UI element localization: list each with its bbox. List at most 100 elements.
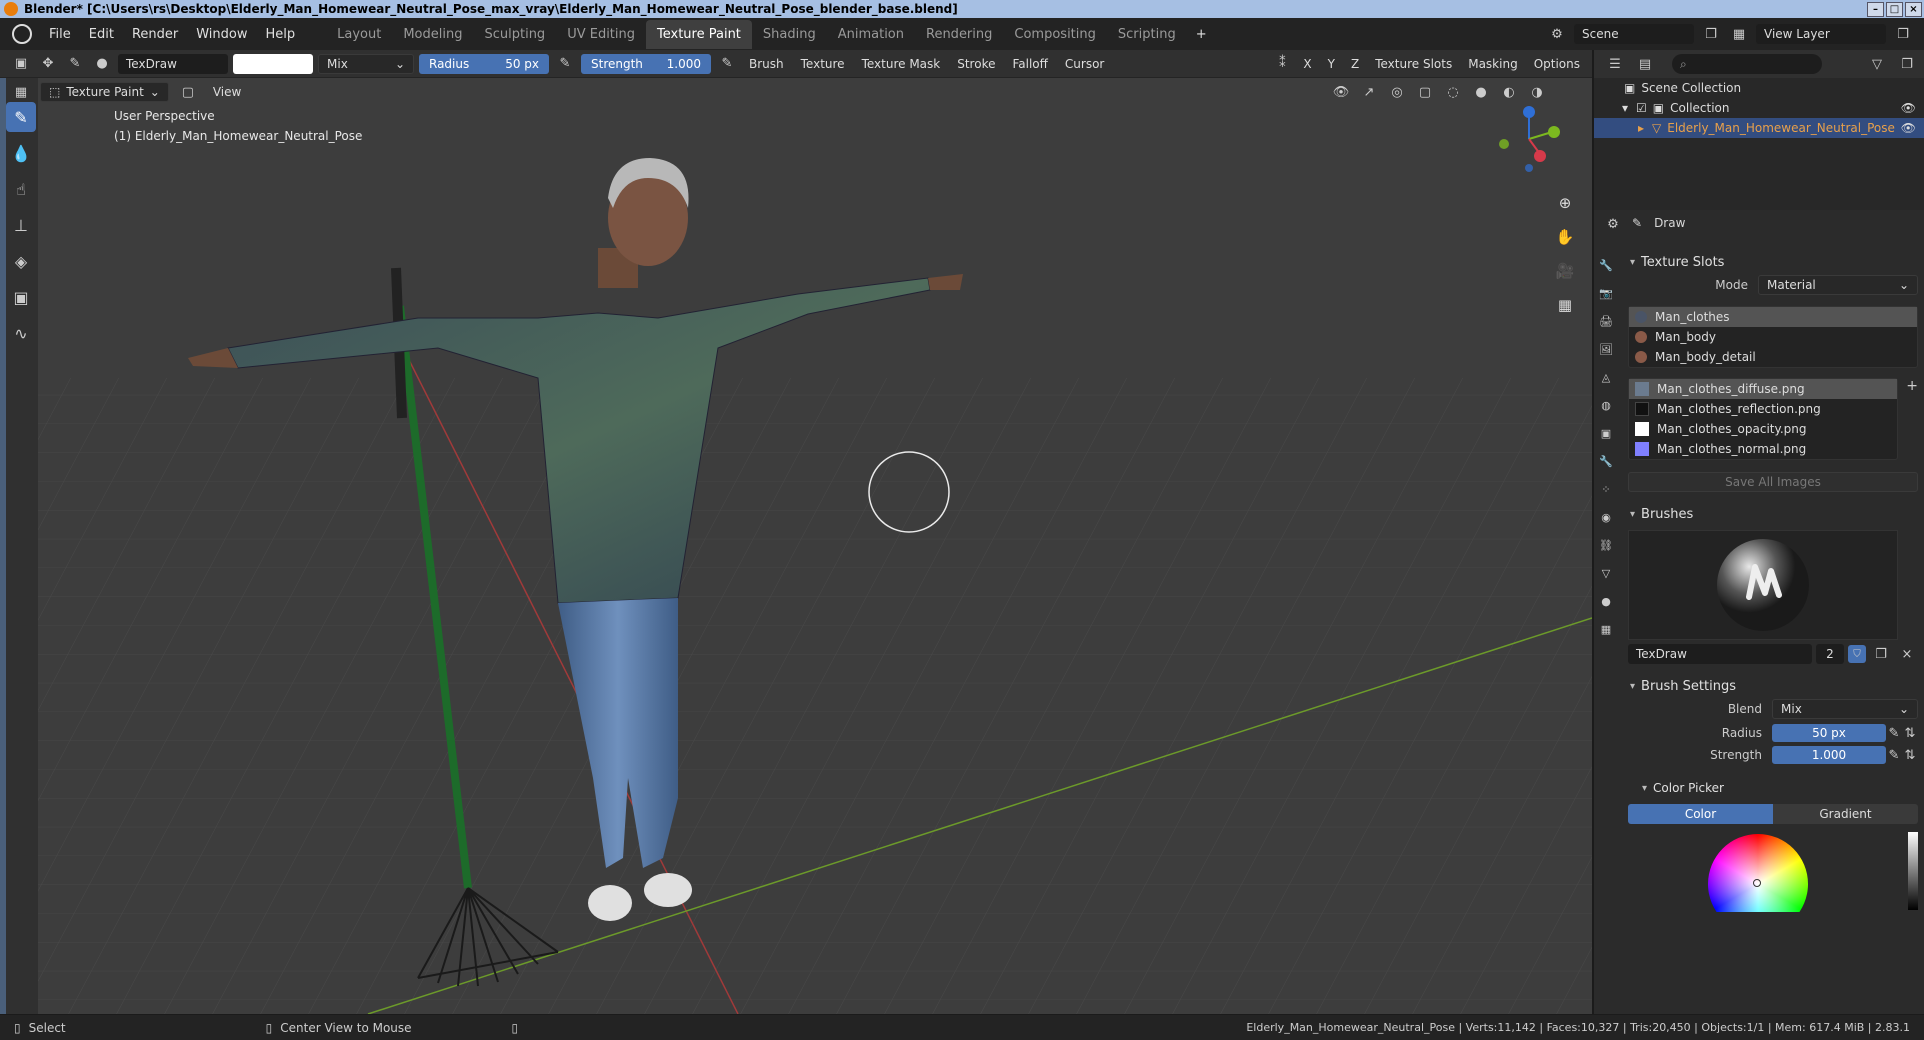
soften-tool-icon[interactable]: 💧 bbox=[6, 138, 36, 168]
mirror-x-toggle[interactable]: X bbox=[1297, 54, 1317, 74]
texture-slots-section[interactable]: Texture Slots bbox=[1622, 250, 1924, 274]
tab-layout[interactable]: Layout bbox=[326, 20, 392, 49]
outliner-search-input[interactable]: ⌕ bbox=[1672, 54, 1822, 74]
close-icon[interactable]: × bbox=[1905, 1, 1922, 17]
overlay-icon[interactable]: ◎ bbox=[1386, 81, 1408, 103]
tool-tab-icon[interactable]: 🔧 bbox=[1596, 254, 1616, 276]
tab-gradient[interactable]: Gradient bbox=[1773, 804, 1918, 824]
blend-dropdown[interactable]: Mix ⌄ bbox=[1772, 699, 1918, 719]
mode-select-icon[interactable]: ✥ bbox=[37, 53, 59, 75]
material-shading-icon[interactable]: ◐ bbox=[1498, 81, 1520, 103]
tab-shading[interactable]: Shading bbox=[752, 20, 827, 49]
brush-preview[interactable] bbox=[1628, 530, 1898, 640]
3d-viewport[interactable] bbox=[38, 78, 1592, 1014]
pressure-icon[interactable]: ✎ bbox=[1886, 722, 1902, 744]
view-menu[interactable]: View bbox=[207, 82, 247, 102]
blend-mode-dropdown[interactable]: Mix ⌄ bbox=[318, 53, 414, 74]
texture-mask-menu[interactable]: Texture Mask bbox=[856, 54, 947, 74]
render-tab-icon[interactable]: 📷 bbox=[1596, 282, 1616, 304]
color-wheel-cursor[interactable] bbox=[1753, 879, 1761, 887]
annotate-tool-icon[interactable]: ∿ bbox=[6, 318, 36, 348]
new-scene-icon[interactable]: ❐ bbox=[1700, 23, 1722, 45]
mode-dropdown[interactable]: ⬚ Texture Paint ⌄ bbox=[40, 82, 169, 102]
minimize-icon[interactable]: – bbox=[1867, 1, 1884, 17]
scene-icon[interactable]: ⚙ bbox=[1546, 23, 1568, 45]
visibility-icon[interactable]: 👁 bbox=[1330, 81, 1352, 103]
modifier-tab-icon[interactable]: 🔧 bbox=[1596, 450, 1616, 472]
gizmo-icon[interactable]: ↗ bbox=[1358, 81, 1380, 103]
xray-icon[interactable]: ▢ bbox=[1414, 81, 1436, 103]
navigation-gizmo[interactable] bbox=[1494, 104, 1564, 177]
blender-menu-icon[interactable] bbox=[12, 24, 32, 44]
chevron-right-icon[interactable]: ▸ bbox=[1638, 121, 1644, 135]
display-mode-icon[interactable]: ▤ bbox=[1634, 53, 1656, 75]
texture-tab-icon[interactable]: ▦ bbox=[1596, 618, 1616, 640]
material-tab-icon[interactable]: ● bbox=[1596, 590, 1616, 612]
tab-modeling[interactable]: Modeling bbox=[392, 20, 473, 49]
output-tab-icon[interactable]: 🖨 bbox=[1596, 310, 1616, 332]
value-slider[interactable] bbox=[1908, 832, 1918, 910]
duplicate-brush-icon[interactable]: ❐ bbox=[1870, 643, 1892, 665]
unified-size-icon[interactable]: ⇅ bbox=[1902, 722, 1918, 744]
brush-preview-icon[interactable]: ● bbox=[91, 53, 113, 75]
stroke-menu[interactable]: Stroke bbox=[951, 54, 1001, 74]
object-tab-icon[interactable]: ▣ bbox=[1596, 422, 1616, 444]
outliner-row-object[interactable]: ▸ ▽ Elderly_Man_Homewear_Neutral_Pose 👁 bbox=[1594, 118, 1924, 138]
add-workspace-icon[interactable]: + bbox=[1187, 27, 1216, 42]
list-item[interactable]: Man_clothes_reflection.png bbox=[1629, 399, 1897, 419]
solid-shading-icon[interactable]: ● bbox=[1470, 81, 1492, 103]
chevron-down-icon[interactable]: ▾ bbox=[1622, 101, 1628, 115]
radius-pressure-icon[interactable]: ✎ bbox=[554, 53, 576, 75]
strength-pressure-icon[interactable]: ✎ bbox=[716, 53, 738, 75]
outliner-row-collection[interactable]: ▾ ☑ ▣ Collection 👁 bbox=[1594, 98, 1924, 118]
new-collection-icon[interactable]: ❐ bbox=[1896, 53, 1918, 75]
world-tab-icon[interactable]: ◍ bbox=[1596, 394, 1616, 416]
view-layer-tab-icon[interactable]: 🖼 bbox=[1596, 338, 1616, 360]
menu-render[interactable]: Render bbox=[123, 27, 187, 42]
brush-users-count[interactable]: 2 bbox=[1816, 644, 1844, 664]
tab-scripting[interactable]: Scripting bbox=[1107, 20, 1187, 49]
eye-icon[interactable]: 👁 bbox=[1901, 121, 1916, 135]
camera-icon[interactable]: 🎥 bbox=[1552, 258, 1578, 284]
outliner-editor-icon[interactable]: ☰ bbox=[1604, 53, 1626, 75]
outliner-row-scene-collection[interactable]: ▣ Scene Collection bbox=[1594, 78, 1924, 98]
tab-rendering[interactable]: Rendering bbox=[915, 20, 1003, 49]
texture-mode-dropdown[interactable]: Material ⌄ bbox=[1758, 275, 1918, 295]
mask-tool-icon[interactable]: ▣ bbox=[6, 282, 36, 312]
pan-hand-icon[interactable]: ✋ bbox=[1552, 224, 1578, 250]
brush-menu[interactable]: Brush bbox=[743, 54, 790, 74]
strength-slider-prop[interactable]: 1.000 bbox=[1772, 746, 1886, 764]
list-item[interactable]: Man_body bbox=[1629, 327, 1917, 347]
view-layer-field[interactable]: View Layer bbox=[1756, 24, 1886, 44]
tab-sculpting[interactable]: Sculpting bbox=[473, 20, 556, 49]
cursor-menu[interactable]: Cursor bbox=[1059, 54, 1110, 74]
view-layer-icon[interactable]: ▦ bbox=[1728, 23, 1750, 45]
constraints-tab-icon[interactable]: ⛓ bbox=[1596, 534, 1616, 556]
draw-tool-icon[interactable]: ✎ bbox=[6, 102, 36, 132]
texture-menu[interactable]: Texture bbox=[795, 54, 851, 74]
brushes-section[interactable]: Brushes bbox=[1622, 502, 1924, 526]
mirror-y-toggle[interactable]: Y bbox=[1322, 54, 1341, 74]
radius-slider[interactable]: Radius 50 px bbox=[419, 53, 549, 74]
menu-file[interactable]: File bbox=[40, 27, 80, 42]
unlink-brush-icon[interactable]: × bbox=[1896, 643, 1918, 665]
masking-menu[interactable]: Masking bbox=[1462, 54, 1523, 74]
menu-help[interactable]: Help bbox=[257, 27, 305, 42]
physics-tab-icon[interactable]: ◉ bbox=[1596, 506, 1616, 528]
symmetry-icon[interactable]: ⁑ bbox=[1271, 53, 1293, 75]
menu-edit[interactable]: Edit bbox=[80, 27, 123, 42]
checkbox-icon[interactable]: ☑ bbox=[1636, 101, 1647, 115]
save-all-images-button[interactable]: Save All Images bbox=[1628, 472, 1918, 492]
scene-name-field[interactable]: Scene bbox=[1574, 24, 1694, 44]
menu-window[interactable]: Window bbox=[187, 27, 256, 42]
filter-icon[interactable]: ▽ bbox=[1866, 53, 1888, 75]
tab-texture-paint[interactable]: Texture Paint bbox=[646, 19, 752, 49]
list-item[interactable]: Man_body_detail bbox=[1629, 347, 1917, 367]
brush-datablock-field[interactable]: TexDraw bbox=[1628, 644, 1812, 664]
falloff-menu[interactable]: Falloff bbox=[1006, 54, 1053, 74]
axis-gizmo-icon[interactable] bbox=[1494, 104, 1564, 174]
eye-icon[interactable]: 👁 bbox=[1901, 101, 1916, 115]
mirror-z-toggle[interactable]: Z bbox=[1345, 54, 1365, 74]
ortho-grid-icon[interactable]: ▦ bbox=[1552, 292, 1578, 318]
brush-tool-icon[interactable]: ✎ bbox=[64, 53, 86, 75]
